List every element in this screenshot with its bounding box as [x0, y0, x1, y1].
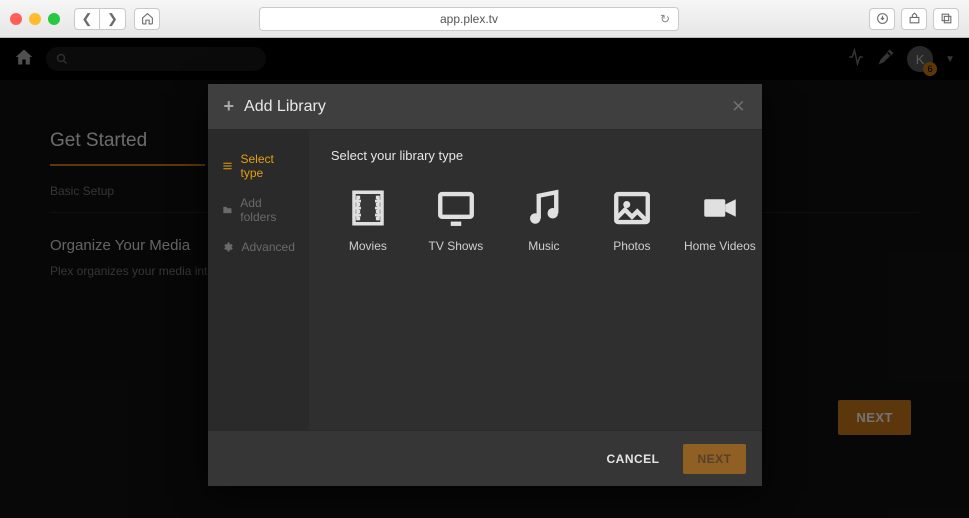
- type-label: Photos: [613, 239, 650, 253]
- back-button[interactable]: ❮: [74, 8, 100, 30]
- type-music[interactable]: Music: [507, 187, 581, 253]
- nav-back-forward: ❮ ❯: [74, 8, 126, 30]
- minimize-window-dot[interactable]: [29, 13, 41, 25]
- add-library-modal: + Add Library ✕ Select type Add folders: [208, 84, 762, 486]
- type-label: TV Shows: [429, 239, 484, 253]
- type-movies[interactable]: Movies: [331, 187, 405, 253]
- forward-button[interactable]: ❯: [100, 8, 126, 30]
- type-photos[interactable]: Photos: [595, 187, 669, 253]
- browser-chrome: ❮ ❯ app.plex.tv ↻: [0, 0, 969, 38]
- close-icon[interactable]: ✕: [731, 97, 745, 117]
- close-window-dot[interactable]: [10, 13, 22, 25]
- type-label: Movies: [349, 239, 387, 253]
- app-root: K 6 ▼ Get Started Basic Setup Organize Y…: [0, 38, 969, 518]
- modal-prompt: Select your library type: [331, 148, 757, 163]
- modal-overlay: + Add Library ✕ Select type Add folders: [0, 38, 969, 518]
- type-label: Music: [528, 239, 559, 253]
- modal-main: Select your library type Movies TV Shows: [309, 130, 779, 430]
- zoom-window-dot[interactable]: [48, 13, 60, 25]
- modal-footer: CANCEL NEXT: [208, 430, 762, 486]
- modal-steps: Select type Add folders Advanced: [208, 130, 309, 430]
- library-type-row: Movies TV Shows Music Photos: [331, 187, 757, 253]
- type-label: Home Videos: [684, 239, 756, 253]
- reload-icon[interactable]: ↻: [660, 12, 670, 26]
- home-button[interactable]: [134, 8, 160, 30]
- modal-next-button[interactable]: NEXT: [683, 444, 745, 474]
- tabs-button[interactable]: [933, 8, 959, 30]
- type-tv-shows[interactable]: TV Shows: [419, 187, 493, 253]
- step-select-type[interactable]: Select type: [208, 144, 309, 188]
- share-button[interactable]: [901, 8, 927, 30]
- step-advanced[interactable]: Advanced: [208, 232, 309, 262]
- step-label: Select type: [240, 152, 294, 180]
- modal-header: + Add Library ✕: [208, 84, 762, 130]
- step-label: Advanced: [242, 240, 295, 254]
- step-add-folders[interactable]: Add folders: [208, 188, 309, 232]
- step-label: Add folders: [240, 196, 295, 224]
- url-text: app.plex.tv: [440, 12, 498, 26]
- type-home-videos[interactable]: Home Videos: [683, 187, 757, 253]
- modal-title: Add Library: [244, 98, 326, 116]
- window-controls: [10, 13, 60, 25]
- plus-icon: +: [224, 96, 235, 117]
- download-button[interactable]: [869, 8, 895, 30]
- url-bar[interactable]: app.plex.tv ↻: [259, 7, 679, 31]
- cancel-button[interactable]: CANCEL: [592, 444, 673, 474]
